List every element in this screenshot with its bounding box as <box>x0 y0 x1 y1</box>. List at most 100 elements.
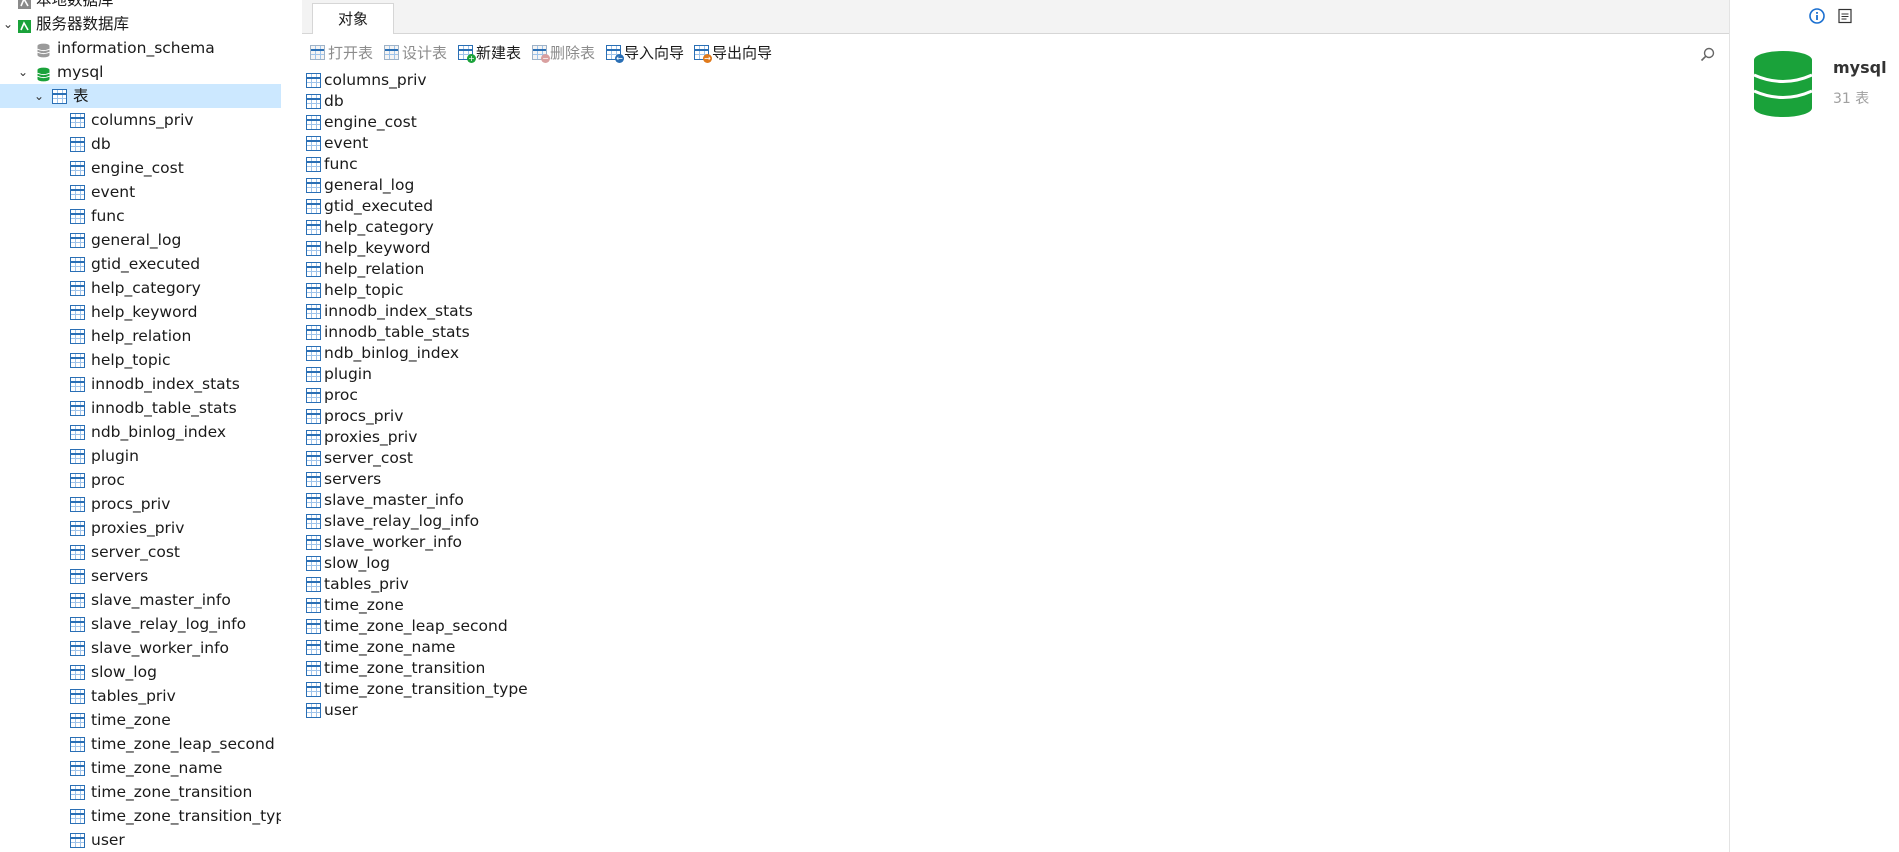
object-list-item[interactable]: columns_priv <box>302 70 1729 91</box>
info-icon[interactable] <box>1809 8 1825 24</box>
tree-item-table[interactable]: ndb_binlog_index <box>0 420 281 444</box>
object-list-item[interactable]: func <box>302 154 1729 175</box>
object-list-item[interactable]: time_zone_name <box>302 637 1729 658</box>
tree-item-table[interactable]: engine_cost <box>0 156 281 180</box>
table-icon <box>70 737 85 752</box>
new-table-button[interactable]: + 新建表 <box>458 40 521 66</box>
tree-item-table[interactable]: slow_log <box>0 660 281 684</box>
object-list-item[interactable]: procs_priv <box>302 406 1729 427</box>
table-icon <box>306 514 321 529</box>
object-item-label: slave_worker_info <box>324 533 463 551</box>
export-wizard-button[interactable]: → 导出向导 <box>694 40 772 66</box>
object-list-item[interactable]: innodb_index_stats <box>302 301 1729 322</box>
object-list-item[interactable]: servers <box>302 469 1729 490</box>
object-list-item[interactable]: general_log <box>302 175 1729 196</box>
object-list-item[interactable]: event <box>302 133 1729 154</box>
object-list-item[interactable]: user <box>302 700 1729 721</box>
tree-item-table[interactable]: help_relation <box>0 324 281 348</box>
tree-item-table[interactable]: slave_worker_info <box>0 636 281 660</box>
tree-item-table[interactable]: func <box>0 204 281 228</box>
tree-item-table[interactable]: db <box>0 132 281 156</box>
tree-item-table[interactable]: columns_priv <box>0 108 281 132</box>
ddl-icon[interactable] <box>1837 8 1853 24</box>
table-icon <box>306 325 321 340</box>
object-list-item[interactable]: proxies_priv <box>302 427 1729 448</box>
tree-item-label: user <box>91 831 125 849</box>
tree-item-table[interactable]: time_zone_transition_type <box>0 804 281 828</box>
tree-item-table[interactable]: plugin <box>0 444 281 468</box>
table-icon <box>70 185 85 200</box>
tab-objects[interactable]: 对象 <box>312 3 394 34</box>
tree-item-table[interactable]: proc <box>0 468 281 492</box>
tree-item-label: slave_worker_info <box>91 639 230 657</box>
tree-item-table[interactable]: innodb_table_stats <box>0 396 281 420</box>
tree-item-table[interactable]: user <box>0 828 281 852</box>
chevron-down-icon[interactable]: ⌄ <box>0 12 16 36</box>
tree-item-table[interactable]: time_zone <box>0 708 281 732</box>
design-table-button[interactable]: 设计表 <box>384 40 447 66</box>
object-list-item[interactable]: time_zone_transition <box>302 658 1729 679</box>
tree-item-table[interactable]: slave_master_info <box>0 588 281 612</box>
tree-item-label: information_schema <box>57 39 215 57</box>
search-icon[interactable] <box>1699 46 1717 64</box>
tree-item-table[interactable]: proxies_priv <box>0 516 281 540</box>
object-list-item[interactable]: slow_log <box>302 553 1729 574</box>
table-icon <box>306 220 321 235</box>
object-list-item[interactable]: help_relation <box>302 259 1729 280</box>
object-item-label: plugin <box>324 365 372 383</box>
object-list-item[interactable]: tables_priv <box>302 574 1729 595</box>
object-list-item[interactable]: server_cost <box>302 448 1729 469</box>
object-list-item[interactable]: plugin <box>302 364 1729 385</box>
tree-item-table[interactable]: time_zone_transition <box>0 780 281 804</box>
tree-item-table[interactable]: help_keyword <box>0 300 281 324</box>
object-list-item[interactable]: time_zone_transition_type <box>302 679 1729 700</box>
object-list-item[interactable]: innodb_table_stats <box>302 322 1729 343</box>
table-icon <box>70 233 85 248</box>
chevron-down-icon[interactable]: ⌄ <box>15 60 31 84</box>
table-icon <box>70 713 85 728</box>
object-list-item[interactable]: slave_master_info <box>302 490 1729 511</box>
object-list-item[interactable]: help_keyword <box>302 238 1729 259</box>
tree-item-database[interactable]: ⌄ mysql <box>0 60 281 84</box>
table-icon <box>70 353 85 368</box>
object-list-item[interactable]: gtid_executed <box>302 196 1729 217</box>
tree-item-database[interactable]: information_schema <box>0 36 281 60</box>
delete-table-button[interactable]: − 删除表 <box>532 40 595 66</box>
tree-item-table[interactable]: event <box>0 180 281 204</box>
chevron-down-icon[interactable]: ⌄ <box>31 84 47 108</box>
tree-item-table[interactable]: time_zone_leap_second <box>0 732 281 756</box>
import-wizard-button[interactable]: ← 导入向导 <box>606 40 684 66</box>
tree-item-tables-group[interactable]: ⌄ 表 <box>0 84 281 108</box>
info-panel: mysql 31 表 <box>1729 0 1899 852</box>
tree-item-table[interactable]: tables_priv <box>0 684 281 708</box>
object-list-item[interactable]: time_zone <box>302 595 1729 616</box>
object-list-item[interactable]: help_topic <box>302 280 1729 301</box>
tree-item-table[interactable]: innodb_index_stats <box>0 372 281 396</box>
object-list-item[interactable]: help_category <box>302 217 1729 238</box>
object-list-item[interactable]: proc <box>302 385 1729 406</box>
tree-item-local-connection[interactable]: 本地数据库 <box>0 0 281 12</box>
tree-item-label: slow_log <box>91 663 157 681</box>
tree-item-label: slave_master_info <box>91 591 231 609</box>
tree-item-table[interactable]: procs_priv <box>0 492 281 516</box>
tree-item-server-connection[interactable]: ⌄ 服务器数据库 <box>0 12 281 36</box>
tree-item-table[interactable]: help_topic <box>0 348 281 372</box>
object-list-item[interactable]: ndb_binlog_index <box>302 343 1729 364</box>
tree-item-table[interactable]: time_zone_name <box>0 756 281 780</box>
tree-item-table[interactable]: gtid_executed <box>0 252 281 276</box>
object-list-item[interactable]: slave_relay_log_info <box>302 511 1729 532</box>
object-list-item[interactable]: slave_worker_info <box>302 532 1729 553</box>
tree-item-table[interactable]: server_cost <box>0 540 281 564</box>
object-list-item[interactable]: db <box>302 91 1729 112</box>
object-item-label: engine_cost <box>324 113 417 131</box>
object-list-item[interactable]: engine_cost <box>302 112 1729 133</box>
object-list-item[interactable]: time_zone_leap_second <box>302 616 1729 637</box>
tree-item-table[interactable]: slave_relay_log_info <box>0 612 281 636</box>
tree-item-table[interactable]: general_log <box>0 228 281 252</box>
tree-item-table[interactable]: help_category <box>0 276 281 300</box>
open-table-button[interactable]: 打开表 <box>310 40 373 66</box>
tree-item-table[interactable]: servers <box>0 564 281 588</box>
tree-item-label: tables_priv <box>91 687 176 705</box>
object-item-label: procs_priv <box>324 407 404 425</box>
table-icon <box>70 593 85 608</box>
